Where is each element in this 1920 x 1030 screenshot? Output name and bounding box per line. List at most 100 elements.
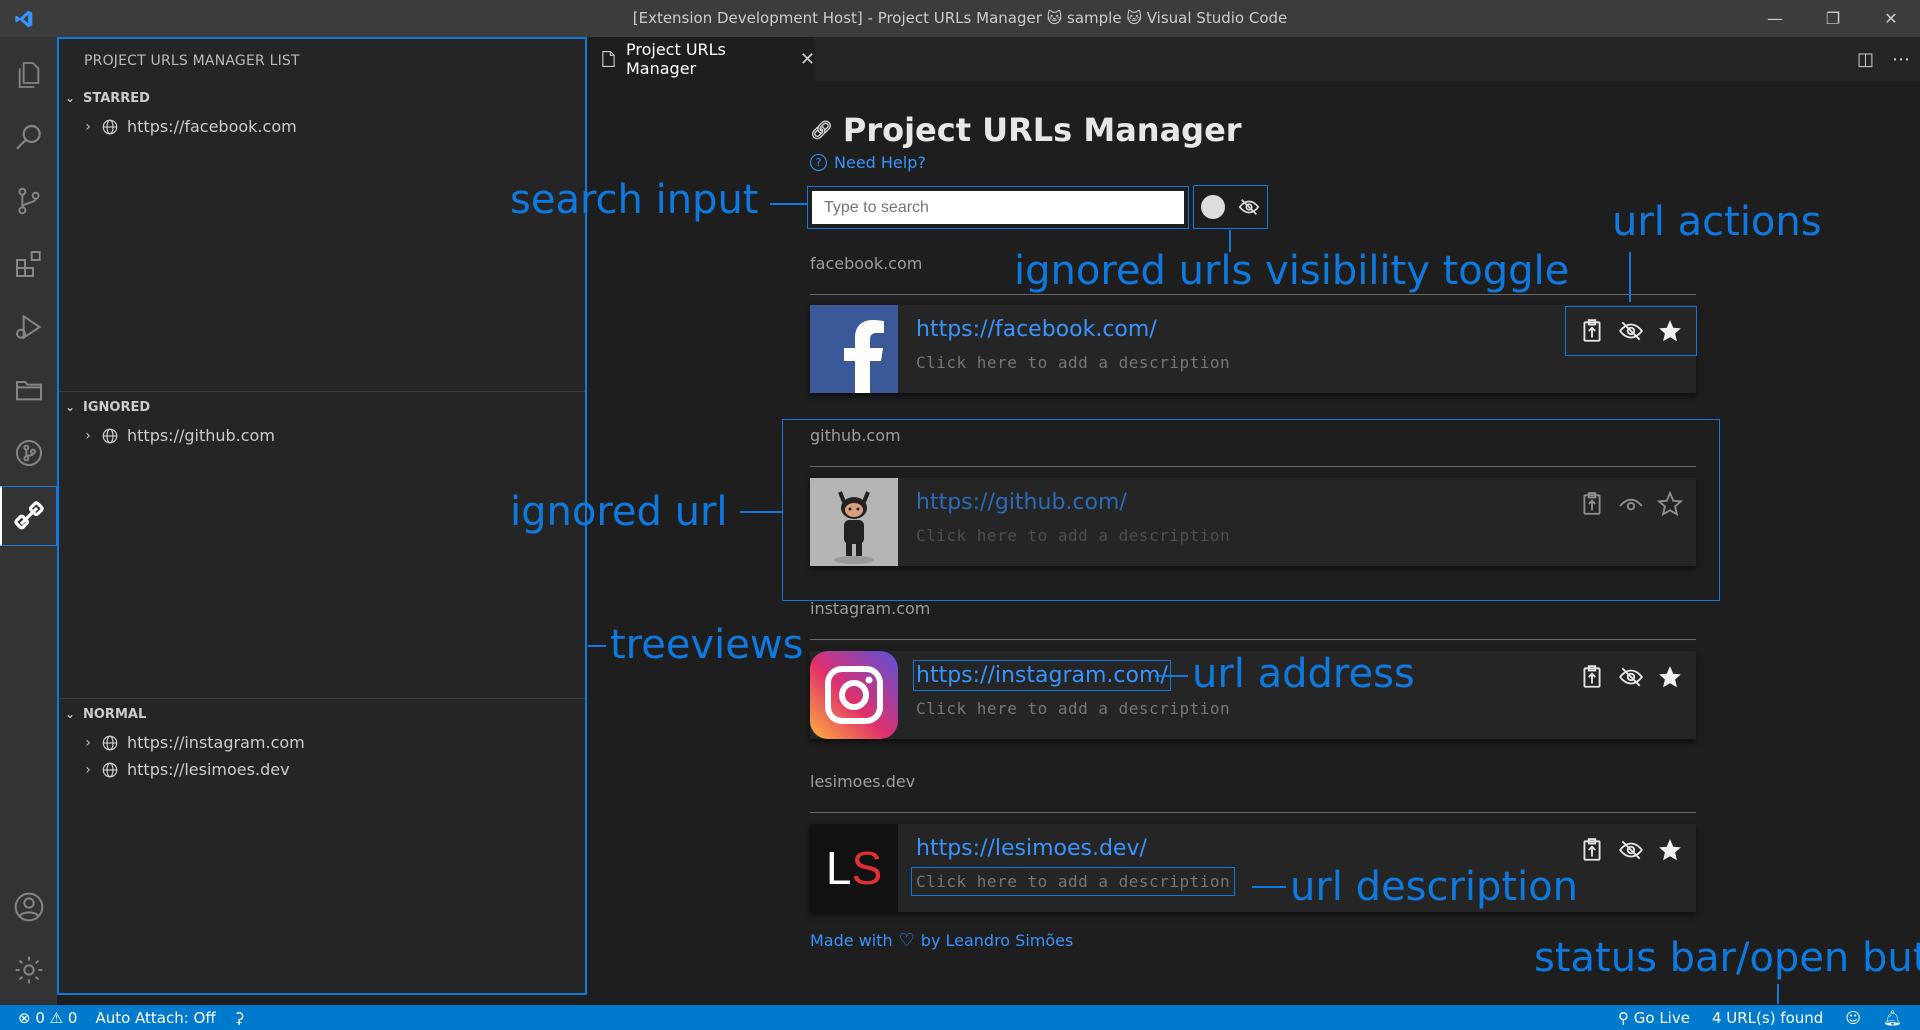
ignored-header[interactable]: ⌄ IGNORED: [59, 392, 585, 422]
notifications-bell-icon[interactable]: 🔔︎: [1883, 1009, 1902, 1027]
copy-clipboard-icon[interactable]: [1579, 837, 1605, 863]
settings-gear-icon[interactable]: [0, 940, 57, 1000]
ignore-eye-slash-icon[interactable]: [1618, 318, 1644, 344]
url-count-open-button[interactable]: 4 URL(s) found: [1712, 1009, 1823, 1027]
star-icon[interactable]: [1657, 318, 1683, 344]
toggle-knob[interactable]: [1200, 195, 1225, 219]
source-control-icon[interactable]: [0, 171, 57, 231]
annotation-line: [1629, 252, 1631, 302]
activity-bar: [0, 37, 57, 1005]
link-icon: 🔗︎: [810, 119, 833, 141]
split-editor-icon[interactable]: ◫: [1857, 49, 1874, 70]
title-bar: [Extension Development Host] - Project U…: [0, 0, 1920, 37]
url-actions: [1572, 659, 1690, 695]
sidebar-treeviews: PROJECT URLS MANAGER LIST ⌄ STARRED › htt…: [57, 37, 587, 995]
problems-status[interactable]: ⊗ 0 ⚠ 0: [18, 1009, 77, 1027]
eye-slash-icon: [1239, 199, 1260, 215]
window-controls: — ❐ ✕: [1746, 0, 1920, 37]
tree-item-facebook[interactable]: › https://facebook.com: [59, 113, 585, 140]
go-live-button[interactable]: ⚲ Go Live: [1618, 1009, 1690, 1027]
chevron-right-icon: ›: [85, 734, 91, 751]
facebook-logo: [810, 305, 898, 393]
group-label-facebook: facebook.com: [810, 254, 923, 273]
group-divider: [810, 812, 1696, 813]
annotation-line: [1252, 886, 1286, 888]
more-actions-icon[interactable]: ⋯: [1892, 49, 1910, 70]
question-icon: ?: [810, 154, 827, 171]
file-icon: [602, 50, 615, 68]
annotation-line: [770, 203, 808, 205]
url-description[interactable]: Click here to add a description: [916, 353, 1230, 372]
author-link[interactable]: by Leandro Simões: [921, 931, 1074, 950]
ignored-section: ⌄ IGNORED › https://github.com: [59, 391, 585, 449]
annotation-line: [588, 645, 606, 647]
normal-header[interactable]: ⌄ NORMAL: [59, 699, 585, 729]
chevron-right-icon: ›: [85, 427, 91, 444]
extensions-icon[interactable]: [0, 234, 57, 294]
tree-item-github[interactable]: › https://github.com: [59, 422, 585, 449]
run-debug-icon[interactable]: [0, 297, 57, 357]
chevron-down-icon: ⌄: [65, 91, 76, 105]
group-divider: [810, 294, 1696, 295]
close-tab-icon[interactable]: ✕: [800, 49, 815, 70]
tab-project-urls-manager[interactable]: Project URLs Manager ✕: [587, 37, 815, 81]
window-title: [Extension Development Host] - Project U…: [632, 9, 1288, 27]
url-address[interactable]: https://facebook.com/: [916, 317, 1157, 342]
auto-attach-status[interactable]: Auto Attach: Off: [95, 1009, 215, 1027]
globe-icon: [102, 428, 118, 443]
account-icon[interactable]: [0, 877, 57, 937]
editor-tab-bar: Project URLs Manager ✕ ◫ ⋯: [587, 37, 1920, 81]
annotation-treeviews: treeviews: [610, 622, 804, 668]
url-address[interactable]: https://lesimoes.dev/: [916, 836, 1147, 861]
ignore-eye-slash-icon[interactable]: [1618, 837, 1644, 863]
annotation-ignored-url: ignored url: [510, 489, 728, 535]
heart-icon: ♡: [898, 930, 915, 951]
debug-plug-icon[interactable]: ⚳: [234, 1009, 245, 1027]
url-actions: [1565, 306, 1697, 356]
restore-icon[interactable]: ❐: [1804, 0, 1862, 37]
copy-clipboard-icon[interactable]: [1579, 664, 1605, 690]
page-title: 🔗︎ Project URLs Manager: [810, 111, 1242, 149]
vscode-logo-icon: [0, 0, 48, 37]
url-card-facebook: https://facebook.com/ Click here to add …: [810, 305, 1697, 393]
minimize-icon[interactable]: —: [1746, 0, 1804, 37]
ignore-eye-slash-icon[interactable]: [1618, 664, 1644, 690]
status-bar-left: ⊗ 0 ⚠ 0 Auto Attach: Off ⚳: [0, 1009, 245, 1027]
search-icon[interactable]: [0, 108, 57, 168]
feedback-icon[interactable]: ☺: [1845, 1009, 1861, 1027]
globe-icon: [102, 735, 118, 750]
normal-section: ⌄ NORMAL › https://instagram.com › https:…: [59, 698, 585, 783]
credit-line: Made with ♡ by Leandro Simões: [810, 930, 1074, 951]
group-divider: [810, 639, 1696, 640]
need-help-link[interactable]: ? Need Help?: [810, 153, 926, 172]
git-graph-icon[interactable]: [0, 423, 57, 483]
annotation-visibility-toggle: ignored urls visibility toggle: [1014, 248, 1570, 294]
search-input[interactable]: [807, 186, 1189, 229]
tree-item-instagram[interactable]: › https://instagram.com: [59, 729, 585, 756]
star-icon[interactable]: [1657, 664, 1683, 690]
url-description[interactable]: Click here to add a description: [916, 699, 1230, 718]
globe-icon: [102, 762, 118, 777]
instagram-logo: [810, 651, 898, 739]
annotation-url-description: url description: [1290, 864, 1579, 910]
annotation-status-bar: status bar/open button: [1534, 935, 1920, 981]
project-urls-manager-icon[interactable]: [0, 486, 57, 546]
close-window-icon[interactable]: ✕: [1862, 0, 1920, 37]
explorer-icon[interactable]: [0, 45, 57, 105]
group-label-lesimoes: lesimoes.dev: [810, 772, 916, 791]
sidebar-title: PROJECT URLS MANAGER LIST: [84, 53, 300, 69]
starred-header[interactable]: ⌄ STARRED: [59, 83, 585, 113]
folder-icon[interactable]: [0, 360, 57, 420]
vscode-window: [Extension Development Host] - Project U…: [0, 0, 1920, 1030]
url-address[interactable]: https://instagram.com/: [913, 660, 1171, 691]
ignored-urls-visibility-toggle[interactable]: [1193, 185, 1268, 229]
status-bar: ⊗ 0 ⚠ 0 Auto Attach: Off ⚳ ⚲ Go Live 4 U…: [0, 1005, 1920, 1030]
star-icon[interactable]: [1657, 837, 1683, 863]
tree-item-lesimoes[interactable]: › https://lesimoes.dev: [59, 756, 585, 783]
chevron-right-icon: ›: [85, 118, 91, 135]
annotation-line: [1777, 984, 1779, 1004]
copy-clipboard-icon[interactable]: [1579, 318, 1605, 344]
url-description[interactable]: Click here to add a description: [910, 867, 1236, 896]
ignored-url-highlight: [782, 419, 1720, 601]
chevron-right-icon: ›: [85, 761, 91, 778]
